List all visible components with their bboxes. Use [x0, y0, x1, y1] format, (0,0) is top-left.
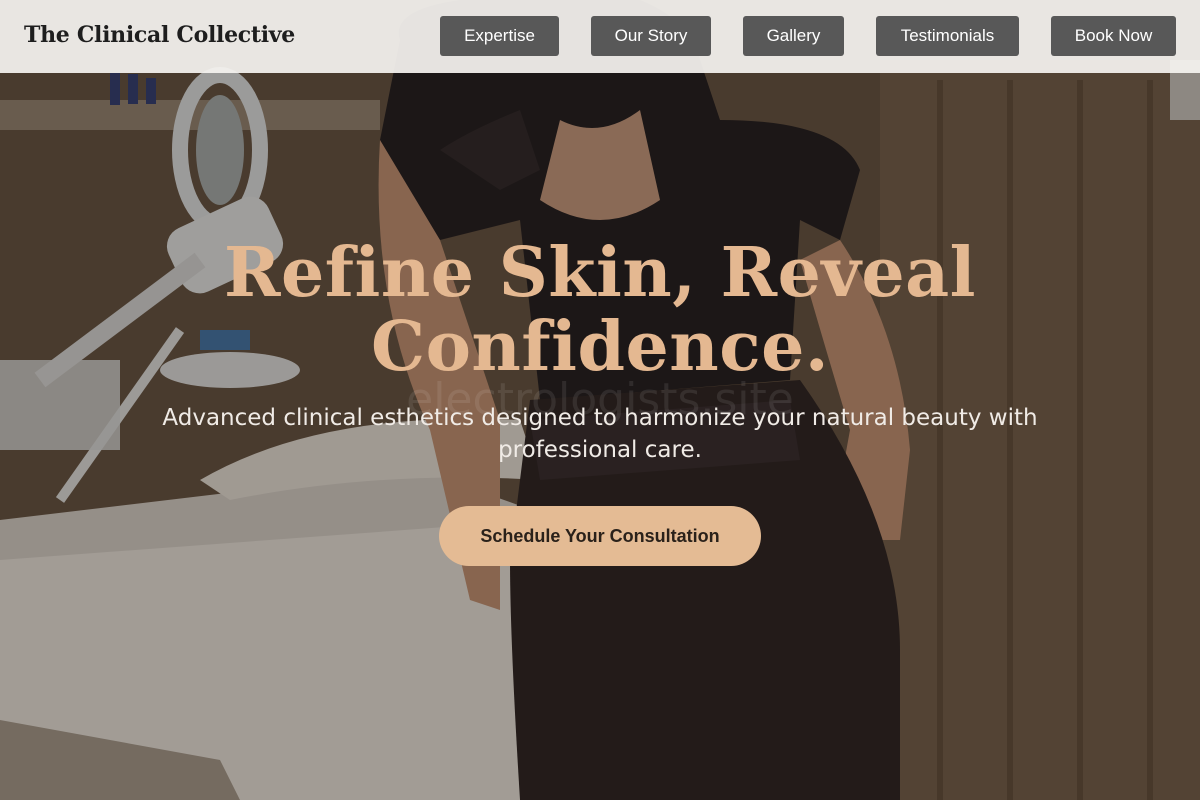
hero-headline: Refine Skin, Reveal Confidence.	[0, 236, 1200, 384]
nav-testimonials-button[interactable]: Testimonials	[876, 16, 1019, 56]
brand-logo[interactable]: The Clinical Collective	[24, 22, 295, 48]
top-navigation-bar: The Clinical Collective Expertise Our St…	[0, 0, 1200, 73]
nav-our-story-button[interactable]: Our Story	[591, 16, 711, 56]
schedule-consultation-button[interactable]: Schedule Your Consultation	[439, 506, 761, 566]
nav-expertise-button[interactable]: Expertise	[440, 16, 559, 56]
nav-gallery-button[interactable]: Gallery	[743, 16, 844, 56]
hero-section: electrologists.site Refine Skin, Reveal …	[0, 0, 1200, 800]
hero-headline-line-1: Refine Skin, Reveal	[223, 233, 977, 313]
hero-headline-line-2: Confidence.	[370, 307, 830, 387]
nav-book-now-button[interactable]: Book Now	[1051, 16, 1176, 56]
hero-subtext: Advanced clinical esthetics designed to …	[162, 405, 1038, 463]
